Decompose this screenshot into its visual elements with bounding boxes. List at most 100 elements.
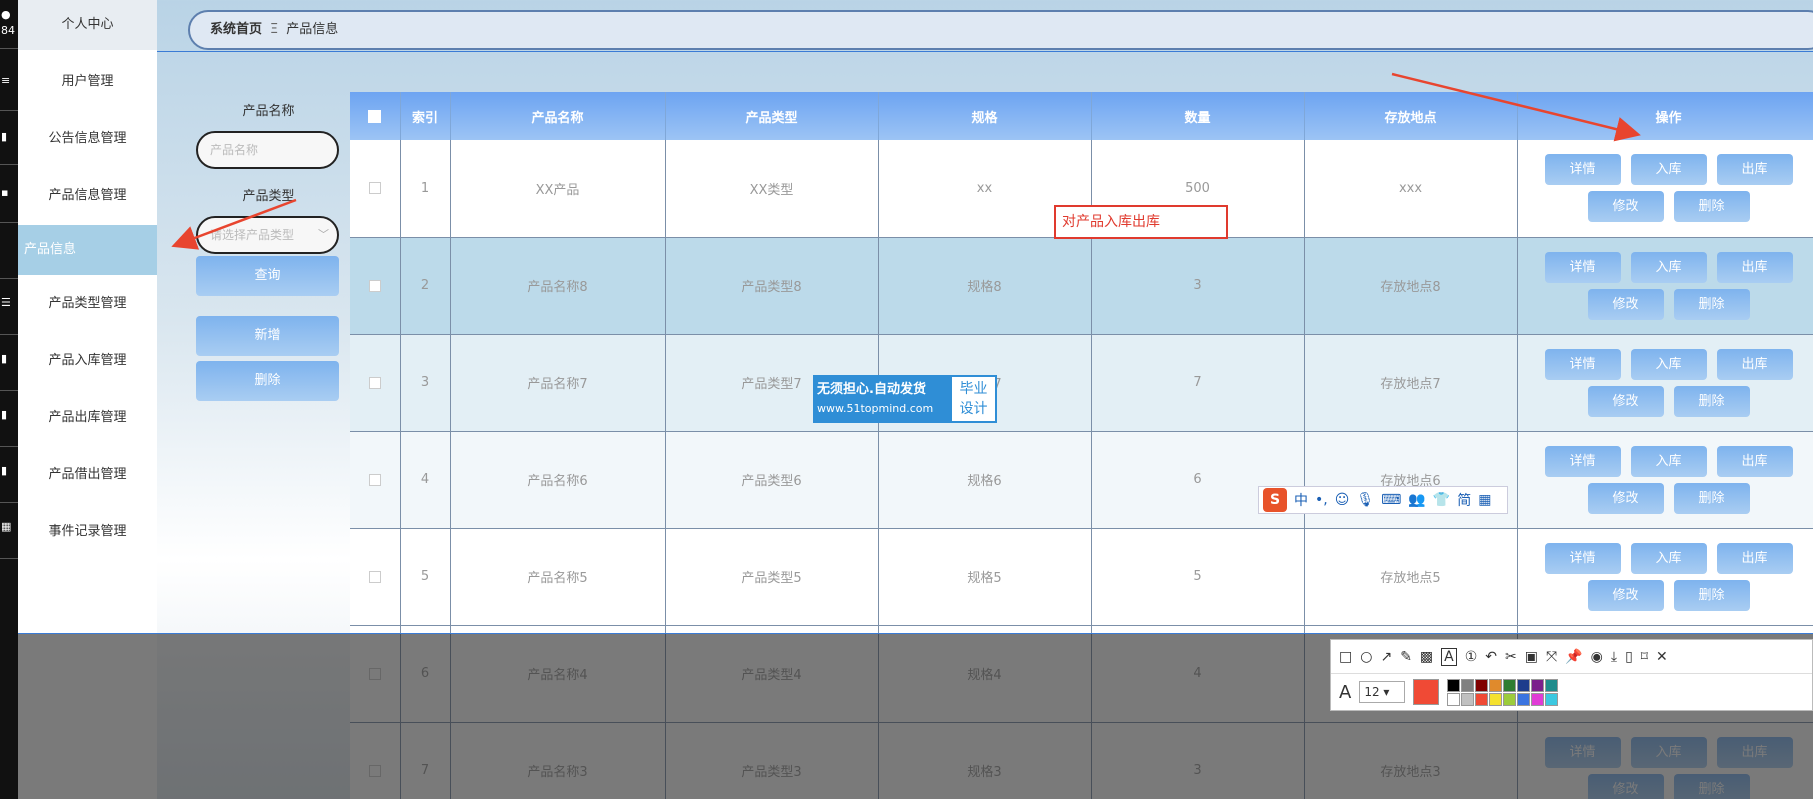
row-checkbox[interactable] [368, 570, 381, 583]
breadcrumb-home[interactable]: 系统首页 [210, 22, 262, 37]
select-all-checkbox[interactable] [368, 109, 382, 123]
edit-button[interactable]: 修改 [1587, 579, 1664, 611]
ellipse-tool-icon[interactable]: ○ [1360, 649, 1372, 665]
detail-button[interactable]: 详情 [1544, 154, 1621, 186]
emoji-icon[interactable]: ☺ [1335, 492, 1350, 508]
delete-button[interactable]: 删除 [1673, 579, 1750, 611]
annotation-textbox[interactable]: 对产品入库出库 [1054, 205, 1228, 239]
list-icon[interactable]: ☰ [0, 296, 18, 309]
record-icon[interactable]: ◉ [1591, 649, 1603, 665]
ime-lang-toggle[interactable]: 中 [1294, 490, 1308, 510]
stock-out-button[interactable]: 出库 [1716, 542, 1793, 574]
color-swatch[interactable] [1475, 678, 1489, 692]
people-icon[interactable]: 👥 [1408, 492, 1425, 508]
color-swatch[interactable] [1517, 678, 1531, 692]
pin-icon[interactable]: 📌 [1565, 649, 1582, 665]
stock-out-button[interactable]: 出库 [1716, 154, 1793, 186]
stock-out-button[interactable]: 出库 [1716, 445, 1793, 477]
current-color-swatch[interactable] [1413, 679, 1440, 705]
menu-icon[interactable]: ≡ [0, 74, 18, 87]
color-swatch[interactable] [1531, 678, 1545, 692]
detail-button[interactable]: 详情 [1544, 348, 1621, 380]
stock-in-button[interactable]: 入库 [1630, 154, 1707, 186]
ime-punct-toggle[interactable]: •, [1315, 492, 1328, 508]
color-swatch[interactable] [1531, 692, 1545, 706]
delete-button[interactable]: 删除 [1673, 191, 1750, 223]
color-swatch[interactable] [1517, 692, 1531, 706]
phone-icon[interactable]: ▯ [1625, 649, 1633, 665]
translate-icon[interactable]: ⤧ [1546, 649, 1557, 665]
arrow-tool-icon[interactable]: ↗ [1380, 649, 1392, 665]
apps-icon[interactable]: ▦ [1478, 492, 1491, 508]
bookmark-icon[interactable]: ⌑ [1641, 649, 1648, 665]
sidebar-item-notices[interactable]: 公告信息管理 [18, 111, 157, 167]
stock-in-button[interactable]: 入库 [1630, 445, 1707, 477]
add-button[interactable]: 新增 [196, 316, 339, 356]
detail-button[interactable]: 详情 [1544, 251, 1621, 283]
stock-out-button[interactable]: 出库 [1716, 348, 1793, 380]
sidebar-item-stock-in[interactable]: 产品入库管理 [18, 333, 157, 389]
edit-button[interactable]: 修改 [1587, 288, 1664, 320]
color-swatch[interactable] [1461, 692, 1475, 706]
download-icon[interactable]: ⤓ [1611, 649, 1617, 665]
skin-icon[interactable]: 👕 [1433, 492, 1450, 508]
edit-button[interactable]: 修改 [1587, 385, 1664, 417]
sidebar-item-users[interactable]: 用户管理 [18, 54, 157, 110]
stock-in-button[interactable]: 入库 [1630, 251, 1707, 283]
sidebar-item-profile[interactable]: 个人中心 [18, 0, 157, 50]
mic-icon[interactable]: 🎙 [1356, 492, 1374, 508]
delete-button[interactable]: 删除 [1673, 385, 1750, 417]
color-swatch[interactable] [1489, 678, 1503, 692]
query-button[interactable]: 查询 [196, 256, 339, 296]
color-swatch[interactable] [1545, 692, 1559, 706]
color-swatch[interactable] [1545, 678, 1559, 692]
user-icon[interactable]: ● [0, 8, 18, 21]
share-icon[interactable]: ▮ [0, 464, 18, 477]
detail-button[interactable]: 详情 [1544, 445, 1621, 477]
row-checkbox[interactable] [368, 279, 381, 292]
detail-button[interactable]: 详情 [1544, 542, 1621, 574]
sidebar-item-product-info[interactable]: 产品信息 [18, 225, 157, 275]
row-checkbox[interactable] [368, 376, 381, 389]
crop-icon[interactable]: ✂ [1505, 649, 1517, 665]
number-tool-icon[interactable]: ① [1465, 649, 1478, 665]
color-swatch[interactable] [1475, 692, 1489, 706]
sidebar-item-lending[interactable]: 产品借出管理 [18, 447, 157, 503]
edit-button[interactable]: 修改 [1587, 482, 1664, 514]
color-swatch[interactable] [1489, 692, 1503, 706]
color-swatch[interactable] [1447, 692, 1461, 706]
keyboard-icon[interactable]: ⌨ [1381, 492, 1401, 508]
chart-icon[interactable]: ▮ [0, 352, 18, 365]
delete-button[interactable]: 删除 [1673, 482, 1750, 514]
color-swatch[interactable] [1461, 678, 1475, 692]
undo-icon[interactable]: ↶ [1485, 649, 1497, 665]
mosaic-tool-icon[interactable]: ▩ [1420, 649, 1433, 665]
close-icon[interactable]: ✕ [1656, 649, 1668, 665]
edit-button[interactable]: 修改 [1587, 191, 1664, 223]
product-type-select[interactable]: 请选择产品类型 ﹀ [196, 216, 341, 254]
delete-selected-button[interactable]: 删除 [196, 361, 339, 401]
grid-icon[interactable]: ▦ [0, 520, 18, 533]
color-swatch[interactable] [1503, 678, 1517, 692]
stock-out-button[interactable]: 出库 [1716, 251, 1793, 283]
doc-icon[interactable]: ▮ [0, 408, 18, 421]
text-tool-icon[interactable]: A [1441, 647, 1457, 666]
sidebar-item-product-types[interactable]: 产品类型管理 [18, 276, 157, 332]
product-name-input[interactable]: 产品名称 [196, 131, 339, 169]
stock-in-button[interactable]: 入库 [1630, 348, 1707, 380]
ocr-icon[interactable]: ▣ [1525, 649, 1538, 665]
sidebar-item-events[interactable]: 事件记录管理 [18, 504, 157, 560]
sidebar-item-stock-out[interactable]: 产品出库管理 [18, 390, 157, 446]
monitor-icon[interactable]: ▪ [0, 186, 18, 199]
rect-tool-icon[interactable]: □ [1339, 649, 1352, 665]
font-size-select[interactable]: 12 ▾ [1359, 681, 1406, 703]
color-swatch[interactable] [1447, 678, 1461, 692]
delete-button[interactable]: 删除 [1673, 288, 1750, 320]
pen-tool-icon[interactable]: ✎ [1400, 649, 1412, 665]
sidebar-item-product-info-mgmt[interactable]: 产品信息管理 [18, 168, 157, 224]
notice-icon[interactable]: ▮ [0, 130, 18, 143]
color-swatch[interactable] [1503, 692, 1517, 706]
row-checkbox[interactable] [368, 182, 381, 195]
row-checkbox[interactable] [368, 473, 381, 486]
ime-logo-icon[interactable]: S [1263, 488, 1287, 512]
